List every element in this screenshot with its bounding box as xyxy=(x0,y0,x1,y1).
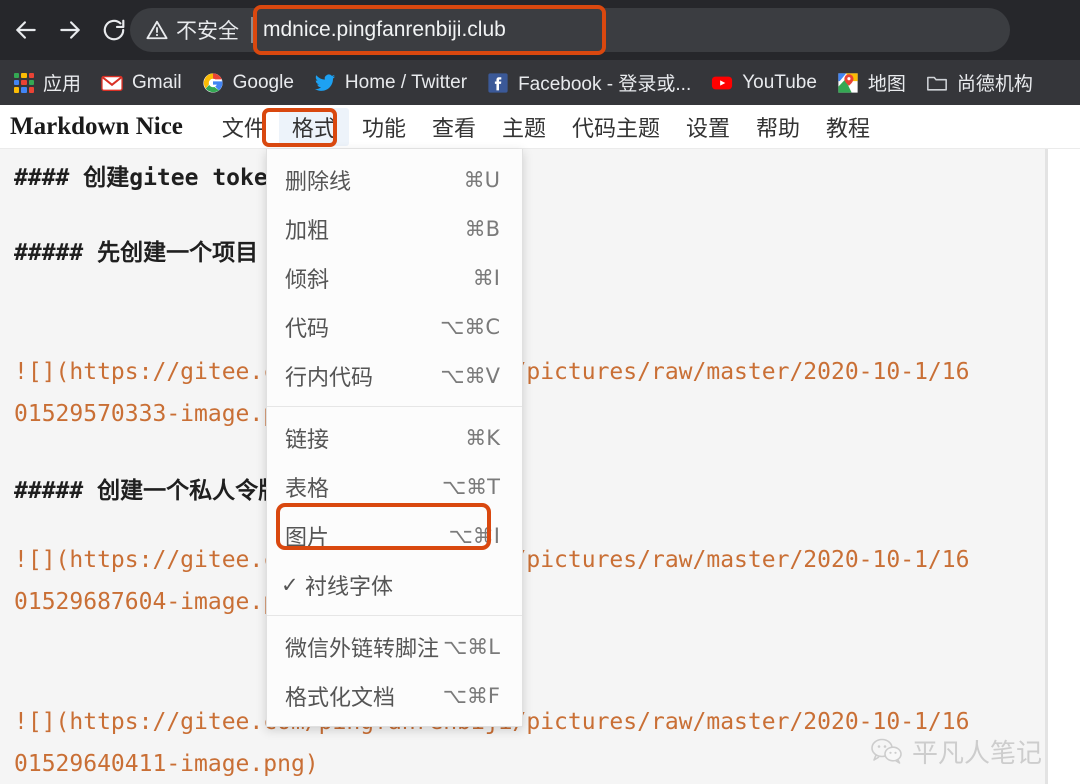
menu-item-format-document[interactable]: 格式化文档 ⌥⌘F xyxy=(267,671,522,720)
bookmark-apps[interactable]: 应用 xyxy=(4,65,91,101)
menu-item-table[interactable]: 表格 ⌥⌘T xyxy=(267,462,522,511)
bookmark-label: YouTube xyxy=(742,71,817,93)
bookmark-maps[interactable]: 地图 xyxy=(827,65,916,101)
menu-item-label: 链接 xyxy=(285,427,330,453)
twitter-icon xyxy=(314,73,336,91)
menu-format[interactable]: 格式 xyxy=(278,107,349,146)
watermark-text: 平凡人笔记 xyxy=(911,739,1042,769)
browser-toolbar: 不安全 mdnice.pingfanrenbiji.club xyxy=(0,0,1080,60)
menu-view[interactable]: 查看 xyxy=(419,108,489,146)
menu-item-image[interactable]: 图片 ⌥⌘I xyxy=(267,511,522,560)
bookmark-label: 尚德机构 xyxy=(956,74,1033,95)
menu-item-shortcut: ⌥⌘C xyxy=(440,314,500,339)
gmail-icon xyxy=(101,75,123,91)
check-icon: ✓ xyxy=(281,572,299,597)
menu-theme[interactable]: 主题 xyxy=(489,108,559,146)
bookmark-youtube[interactable]: YouTube xyxy=(701,65,827,101)
app-menu-bar: Markdown Nice 文件 格式 功能 查看 主题 代码主题 设置 帮助 … xyxy=(0,105,1080,149)
warning-triangle-icon xyxy=(146,20,168,40)
bookmark-folder[interactable]: 尚德机构 xyxy=(916,65,1043,101)
editor-line: ##### 创建一个私人令牌 xyxy=(14,478,282,504)
bookmark-google[interactable]: Google xyxy=(192,65,304,101)
menu-item-code-block[interactable]: 代码 ⌥⌘C xyxy=(267,302,522,351)
facebook-icon xyxy=(488,72,508,93)
wechat-icon xyxy=(871,738,902,764)
menu-file[interactable]: 文件 xyxy=(209,108,279,146)
url-text: mdnice.pingfanrenbiji.club xyxy=(263,18,506,41)
bookmark-label: Google xyxy=(232,71,294,93)
menu-item-shortcut: ⌘U xyxy=(463,167,500,192)
menu-item-label: 微信外链转脚注 xyxy=(285,636,440,662)
menu-item-italic[interactable]: 倾斜 ⌘I xyxy=(267,253,522,302)
menu-item-wechat-footnote[interactable]: 微信外链转脚注 ⌥⌘L xyxy=(267,622,522,671)
arrow-right-icon xyxy=(60,21,80,39)
google-icon xyxy=(203,72,223,93)
editor-line: #### 创建gitee token xyxy=(14,165,282,191)
watermark: 平凡人笔记 xyxy=(870,733,1042,770)
back-button[interactable] xyxy=(6,10,46,50)
menu-separator xyxy=(267,615,522,616)
menu-item-shortcut: ⌥⌘V xyxy=(440,363,500,388)
bookmarks-bar: 应用 Gmail Google Home / Twitter Facebook … xyxy=(0,60,1080,105)
menu-item-label: 格式化文档 xyxy=(285,685,396,711)
menu-item-shortcut: ⌘B xyxy=(464,216,500,241)
menu-item-shortcut: ⌘I xyxy=(472,265,500,290)
menu-item-shortcut: ⌥⌘F xyxy=(442,683,500,708)
editor-line: ##### 先创建一个项目 xyxy=(14,240,259,266)
menu-item-shortcut: ⌘K xyxy=(465,425,500,450)
app-brand-title: Markdown Nice xyxy=(10,112,183,140)
menu-help[interactable]: 帮助 xyxy=(743,108,813,146)
menu-item-shortcut: ⌥⌘T xyxy=(441,474,500,499)
format-dropdown-menu: 删除线 ⌘U 加粗 ⌘B 倾斜 ⌘I 代码 ⌥⌘C 行内代码 ⌥⌘V 链接 ⌘K… xyxy=(266,149,523,727)
menu-item-inline-code[interactable]: 行内代码 ⌥⌘V xyxy=(267,351,522,400)
bookmark-label: 地图 xyxy=(867,74,906,95)
menu-item-shortcut: ⌥⌘L xyxy=(443,634,500,659)
reload-icon xyxy=(103,19,125,41)
menu-item-link[interactable]: 链接 ⌘K xyxy=(267,413,522,462)
reload-button[interactable] xyxy=(94,10,134,50)
folder-icon xyxy=(926,76,947,91)
apps-grid-icon xyxy=(14,72,34,93)
menu-settings[interactable]: 设置 xyxy=(673,108,743,146)
menu-item-serif-font[interactable]: ✓ 衬线字体 xyxy=(267,560,522,609)
arrow-left-icon xyxy=(16,21,36,39)
menu-item-label: 衬线字体 xyxy=(305,574,394,600)
menu-item-label: 加粗 xyxy=(285,218,330,244)
preview-pane xyxy=(1048,149,1080,784)
menu-separator xyxy=(267,406,522,407)
bookmark-label: Gmail xyxy=(132,71,182,93)
menu-item-label: 行内代码 xyxy=(285,365,374,391)
menu-tutorial[interactable]: 教程 xyxy=(813,108,883,146)
bookmark-label: Facebook - 登录或... xyxy=(518,74,692,95)
menu-item-label: 表格 xyxy=(285,476,330,502)
forward-button[interactable] xyxy=(50,10,90,50)
bookmark-facebook[interactable]: Facebook - 登录或... xyxy=(477,65,701,101)
youtube-icon xyxy=(712,76,733,89)
browser-window: 不安全 mdnice.pingfanrenbiji.club 应用 Gmail xyxy=(0,0,1080,784)
address-bar[interactable]: 不安全 mdnice.pingfanrenbiji.club xyxy=(130,8,1010,52)
menu-item-label: 删除线 xyxy=(285,169,352,195)
bookmark-label: 应用 xyxy=(43,74,82,95)
bookmark-twitter[interactable]: Home / Twitter xyxy=(304,65,477,101)
menu-item-strikethrough[interactable]: 删除线 ⌘U xyxy=(267,155,522,204)
security-status-label: 不安全 xyxy=(176,19,239,43)
google-maps-icon xyxy=(838,72,858,93)
editor-line: 01529640411-image.png) xyxy=(14,751,319,777)
menu-code-theme[interactable]: 代码主题 xyxy=(559,108,673,146)
menu-item-bold[interactable]: 加粗 ⌘B xyxy=(267,204,522,253)
navigation-buttons xyxy=(0,10,134,50)
menu-item-shortcut: ⌥⌘I xyxy=(448,523,500,548)
bookmark-label: Home / Twitter xyxy=(344,71,468,93)
menu-function[interactable]: 功能 xyxy=(349,108,419,146)
omnibox-separator xyxy=(251,17,253,43)
bookmark-gmail[interactable]: Gmail xyxy=(91,65,192,101)
menu-item-label: 倾斜 xyxy=(285,267,330,293)
menu-item-label: 图片 xyxy=(285,525,330,551)
menu-item-label: 代码 xyxy=(285,316,330,342)
